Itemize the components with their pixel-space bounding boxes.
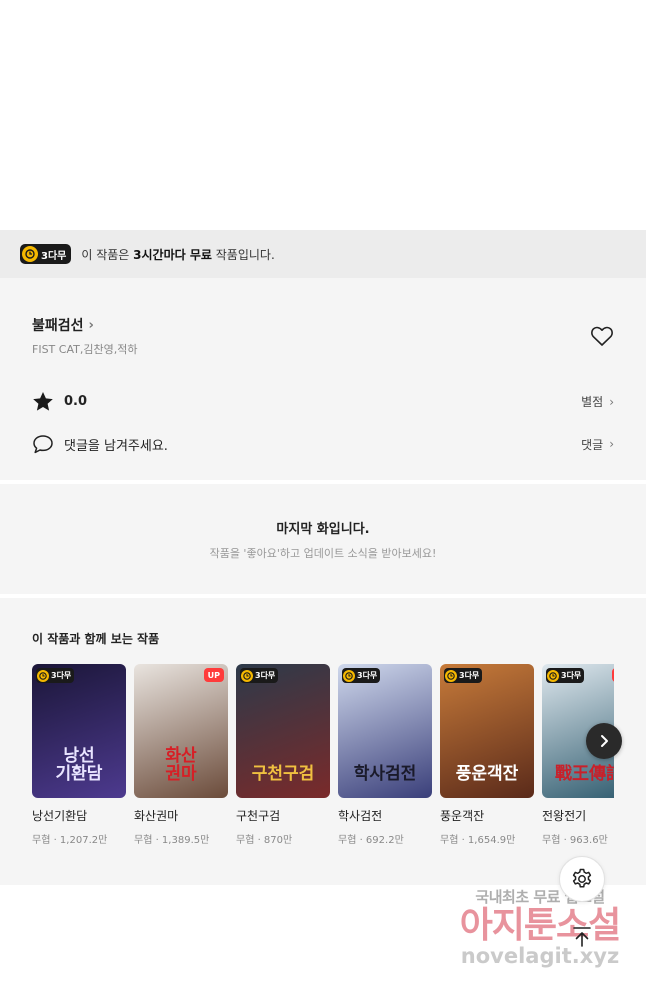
cover-thumbnail: 낭선 기환담 3다무 bbox=[32, 664, 126, 798]
up-badge: UP bbox=[203, 668, 224, 682]
notice-highlight: 3시간마다 무료 bbox=[133, 247, 212, 262]
recommendation-heading: 이 작품과 함께 보는 작품 bbox=[32, 632, 160, 646]
up-badge: UP bbox=[611, 668, 614, 682]
rating-link[interactable]: 별점 › bbox=[581, 393, 614, 410]
work-authors: FIST CAT,김찬영,적하 bbox=[32, 343, 138, 356]
card-title: 학사검전 bbox=[338, 809, 383, 823]
cover-art-title: 학사검전 bbox=[353, 764, 417, 785]
recommendation-card[interactable]: 낭선 기환담 3다무낭선기환담무협 · 1,207.2만 bbox=[32, 664, 126, 846]
cover-art-title: 풍운객잔 bbox=[455, 764, 519, 785]
comment-prompt-text: 댓글을 남겨주세요. bbox=[64, 438, 168, 454]
card-title: 구천구검 bbox=[236, 809, 281, 823]
star-icon bbox=[33, 392, 53, 411]
wait-free-badge: 3다무 bbox=[20, 244, 72, 264]
card-meta: 무협 · 963.6만 bbox=[542, 835, 608, 846]
carousel-next-button[interactable] bbox=[586, 723, 622, 759]
wait-free-badge: 3다무 bbox=[240, 668, 279, 683]
clock-icon bbox=[37, 669, 49, 682]
card-meta: 무협 · 1,389.5만 bbox=[134, 835, 210, 846]
clock-icon bbox=[22, 246, 38, 262]
notice-suffix: 작품입니다. bbox=[211, 247, 275, 262]
rating-value: 0.0 bbox=[64, 394, 88, 409]
clock-icon bbox=[241, 669, 253, 682]
chevron-right-icon: › bbox=[609, 394, 614, 409]
recommendation-card[interactable]: 풍운객잔 3다무풍운객잔무협 · 1,654.9만 bbox=[440, 664, 534, 846]
wait-free-badge: 3다무 bbox=[546, 668, 585, 683]
wait-free-badge: 3다무 bbox=[342, 668, 381, 683]
gear-icon bbox=[572, 868, 592, 888]
wait-free-badge-label: 3다무 bbox=[459, 671, 480, 680]
card-title: 화산권마 bbox=[134, 809, 179, 823]
comment-icon bbox=[33, 435, 53, 454]
watermark-url: novelagit.xyz bbox=[460, 943, 620, 968]
clock-icon bbox=[343, 669, 355, 682]
comment-link[interactable]: 댓글 › bbox=[581, 436, 614, 453]
arrow-up-icon bbox=[573, 927, 591, 947]
chevron-right-icon: › bbox=[609, 437, 614, 451]
heart-icon[interactable] bbox=[590, 325, 614, 347]
top-blank-area bbox=[0, 0, 646, 230]
recommendation-card[interactable]: 구천구검 3다무구천구검무협 · 870만 bbox=[236, 664, 330, 846]
comment-link-label: 댓글 bbox=[581, 437, 604, 452]
cover-art-title: 戰王傳記 bbox=[555, 764, 614, 785]
card-meta: 무협 · 692.2만 bbox=[338, 835, 404, 846]
cover-thumbnail: 풍운객잔 3다무 bbox=[440, 664, 534, 798]
scroll-top-button[interactable] bbox=[559, 914, 605, 960]
cover-art-title: 구천구검 bbox=[251, 764, 315, 785]
clock-icon bbox=[445, 669, 457, 682]
recommendation-list: 낭선 기환담 3다무낭선기환담무협 · 1,207.2만 화산 권마 UP 화산권마무협… bbox=[32, 664, 614, 846]
comment-row: 댓글을 남겨주세요. 댓글 › bbox=[32, 434, 614, 454]
cover-art-title: 화산 권마 bbox=[165, 745, 197, 785]
wait-free-badge-label: 3다무 bbox=[51, 671, 72, 680]
watermark-tagline: 국내최초 무료 웹소설 bbox=[475, 888, 605, 906]
cover-thumbnail: 학사검전 3다무 bbox=[338, 664, 432, 798]
chevron-right-icon bbox=[601, 735, 608, 747]
work-title-link[interactable]: 불패검선 › bbox=[32, 315, 94, 335]
card-title: 전왕전기 bbox=[542, 809, 587, 823]
wait-free-badge-label: 3다무 bbox=[561, 671, 582, 680]
cover-thumbnail: 구천구검 3다무 bbox=[236, 664, 330, 798]
notice-text: 이 작품은 3시간마다 무료 작품입니다. bbox=[81, 246, 274, 263]
last-episode-title: 마지막 화입니다. bbox=[276, 521, 370, 537]
chevron-right-icon: › bbox=[88, 317, 94, 333]
work-info-panel: 불패검선 › FIST CAT,김찬영,적하 0.0 별점 › 댓글을 남겨주세… bbox=[0, 278, 646, 480]
notice-prefix: 이 작품은 bbox=[81, 247, 134, 262]
cover-thumbnail: 화산 권마 UP bbox=[134, 664, 228, 798]
comment-prompt[interactable]: 댓글을 남겨주세요. bbox=[32, 434, 168, 454]
cover-art-title: 낭선 기환담 bbox=[55, 745, 103, 785]
card-title: 풍운객잔 bbox=[440, 809, 485, 823]
recommendation-card[interactable]: 화산 권마 UP 화산권마무협 · 1,389.5만 bbox=[134, 664, 228, 846]
wait-free-badge-label: 3다무 bbox=[255, 671, 276, 680]
card-meta: 무협 · 870만 bbox=[236, 835, 293, 846]
site-watermark: 국내최초 무료 웹소설 아지툰소설 novelagit.xyz bbox=[440, 886, 640, 986]
clock-icon bbox=[547, 669, 559, 682]
wait-free-badge-label: 3다무 bbox=[41, 250, 67, 262]
settings-button[interactable] bbox=[559, 856, 605, 902]
card-meta: 무협 · 1,654.9만 bbox=[440, 835, 516, 846]
last-episode-subtitle: 작품을 '좋아요'하고 업데이트 소식을 받아보세요! bbox=[209, 546, 437, 560]
watermark-logo: 아지툰소설 bbox=[459, 905, 622, 946]
card-meta: 무협 · 1,207.2만 bbox=[32, 835, 108, 846]
wait-free-badge: 3다무 bbox=[36, 668, 75, 683]
rating-row: 0.0 별점 › bbox=[32, 391, 614, 412]
recommendation-panel: 이 작품과 함께 보는 작품 낭선 기환담 3다무낭선기환담무협 · 1,207.… bbox=[0, 598, 646, 885]
work-title: 불패검선 bbox=[32, 318, 84, 334]
recommendation-card[interactable]: 학사검전 3다무학사검전무협 · 692.2만 bbox=[338, 664, 432, 846]
rating-link-label: 별점 bbox=[581, 395, 604, 409]
last-episode-panel: 마지막 화입니다. 작품을 '좋아요'하고 업데이트 소식을 받아보세요! bbox=[0, 484, 646, 594]
wait-free-badge-label: 3다무 bbox=[357, 671, 378, 680]
rating-display: 0.0 bbox=[32, 391, 87, 412]
wait-free-badge: 3다무 bbox=[444, 668, 483, 683]
free-notice-bar: 3다무 이 작품은 3시간마다 무료 작품입니다. bbox=[0, 230, 646, 278]
card-title: 낭선기환담 bbox=[32, 809, 88, 823]
